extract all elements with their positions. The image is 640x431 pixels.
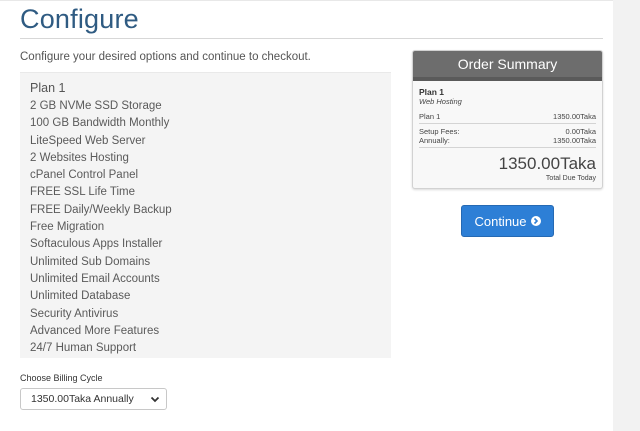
total-due-label: Total Due Today <box>545 175 596 182</box>
feature-item: Unlimited Sub Domains <box>30 255 151 268</box>
summary-line-price: 1350.00Taka <box>553 112 596 121</box>
annually-label: Annually: <box>419 136 450 145</box>
product-name: Plan 1 <box>30 81 66 95</box>
order-summary: Order Summary Plan 1 Web Hosting Plan 1 … <box>412 50 603 189</box>
chevron-down-icon <box>150 396 160 403</box>
feature-item: Unlimited Email Accounts <box>30 272 160 285</box>
feature-item: 24/7 Human Support <box>30 342 137 355</box>
page-title: Configure <box>20 4 139 34</box>
continue-label: Continue <box>474 213 527 229</box>
feature-item: Security Antivirus <box>30 307 119 320</box>
summary-plan-name: Plan 1 <box>419 87 445 97</box>
summary-divider <box>419 123 596 124</box>
annually-value: 1350.00Taka <box>553 136 596 145</box>
arrow-circle-right-icon <box>530 216 541 226</box>
total-due-amount: 1350.00Taka <box>498 154 596 173</box>
feature-list: 2 GB NVMe SSD Storage 100 GB Bandwidth M… <box>30 98 172 357</box>
continue-button[interactable]: Continue <box>461 205 554 237</box>
feature-item: 100 GB Bandwidth Monthly <box>30 117 170 130</box>
intro-text: Configure your desired options and conti… <box>20 51 311 63</box>
feature-item: FREE Daily/Weekly Backup <box>30 203 172 216</box>
billing-cycle-label: Choose Billing Cycle <box>20 373 103 383</box>
summary-setup-row: Setup Fees: 0.00Taka <box>419 127 596 136</box>
feature-item: FREE SSL Life Time <box>30 186 136 199</box>
billing-cycle-value: 1350.00Taka Annually <box>31 393 134 405</box>
feature-item: LiteSpeed Web Server <box>30 134 146 147</box>
feature-item: 2 Websites Hosting <box>30 151 129 164</box>
right-gutter <box>613 0 640 431</box>
feature-item: 2 GB NVMe SSD Storage <box>30 100 162 112</box>
feature-item: Softaculous Apps Installer <box>30 238 163 251</box>
feature-item: Unlimited Database <box>30 290 131 303</box>
summary-group-name: Web Hosting <box>419 97 462 106</box>
title-divider <box>20 38 603 39</box>
summary-line-label: Plan 1 <box>419 112 441 121</box>
summary-line-item: Plan 1 1350.00Taka <box>419 112 596 121</box>
setup-fees-label: Setup Fees: <box>419 127 460 136</box>
setup-fees-value: 0.00Taka <box>565 127 596 136</box>
feature-item: cPanel Control Panel <box>30 169 139 182</box>
summary-annual-row: Annually: 1350.00Taka <box>419 136 596 145</box>
order-summary-body: Plan 1 Web Hosting Plan 1 1350.00Taka Se… <box>413 77 602 188</box>
order-summary-heading: Order Summary <box>413 51 602 77</box>
product-details: Plan 1 2 GB NVMe SSD Storage 100 GB Band… <box>20 72 391 358</box>
billing-cycle-select[interactable]: 1350.00Taka Annually <box>20 388 167 410</box>
feature-item: Free Migration <box>30 221 105 234</box>
feature-item: Advanced More Features <box>30 324 160 337</box>
summary-divider <box>419 147 596 148</box>
